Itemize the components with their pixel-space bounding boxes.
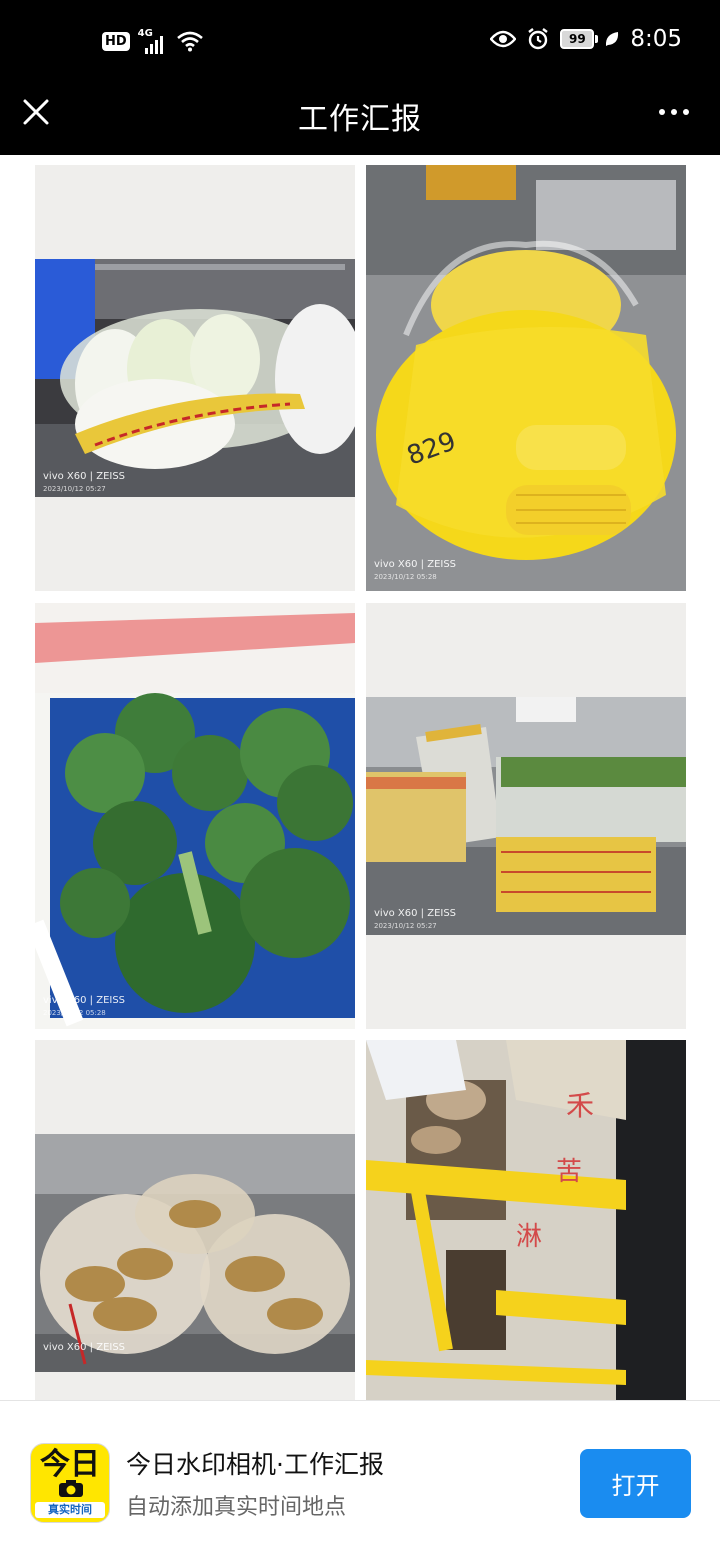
photo-corn[interactable]: 829 vivo X60 | ZEISS 2023/10/12 05:28 bbox=[366, 165, 686, 591]
photo-broccoli[interactable]: vivo X60 | ZEISS 2023/10/12 05:28 bbox=[35, 603, 355, 1029]
photo-watermark: vivo X60 | ZEISS 2023/10/12 05:28 bbox=[374, 559, 457, 581]
status-left: HD 4G bbox=[102, 28, 204, 54]
more-button[interactable] bbox=[654, 92, 694, 132]
status-bar: HD 4G 99 8:05 bbox=[0, 0, 720, 80]
app-name: 今日水印相机·工作汇报 bbox=[126, 1450, 384, 1479]
photo-watermark: vivo X60 | ZEISS 2023/10/12 05:27 bbox=[374, 908, 457, 930]
app-description: 自动添加真实时间地点 bbox=[126, 1495, 347, 1520]
wifi-icon bbox=[176, 31, 203, 52]
svg-text:苦: 苦 bbox=[556, 1157, 582, 1187]
page-title: 工作汇报 bbox=[298, 102, 422, 137]
app-icon-strip: 真实时间 bbox=[35, 1502, 105, 1518]
svg-text:淋: 淋 bbox=[516, 1222, 542, 1252]
photo-watermark: vivo X60 | ZEISS 2023/10/12 05:27 bbox=[43, 471, 126, 493]
svg-text:禾: 禾 bbox=[566, 1089, 594, 1122]
photo-ginger[interactable]: vivo X60 | ZEISS bbox=[35, 1040, 355, 1400]
alarm-icon bbox=[528, 28, 549, 50]
status-right: 99 8:05 bbox=[490, 26, 682, 52]
open-button[interactable]: 打开 bbox=[580, 1449, 691, 1518]
camera-icon bbox=[59, 1480, 83, 1497]
more-icon bbox=[659, 109, 665, 115]
signal-icon: 4G bbox=[138, 28, 168, 54]
photo-watermark: vivo X60 | ZEISS bbox=[43, 1342, 126, 1353]
photo-grid: vivo X60 | ZEISS 2023/10/12 05:27 829 vi… bbox=[0, 155, 720, 1400]
app-icon-text: 今日 bbox=[40, 1447, 100, 1482]
photo-cabbage[interactable]: vivo X60 | ZEISS 2023/10/12 05:27 bbox=[35, 165, 355, 591]
photo-greens[interactable]: vivo X60 | ZEISS 2023/10/12 05:27 bbox=[366, 603, 686, 1029]
eye-icon bbox=[490, 30, 517, 48]
app-banner: 今日 真实时间 今日水印相机·工作汇报 自动添加真实时间地点 打开 bbox=[0, 1400, 720, 1561]
battery-level: 99 bbox=[568, 32, 586, 46]
leaf-icon bbox=[606, 32, 619, 46]
battery-icon: 99 bbox=[560, 29, 599, 49]
photo-watermark: vivo X60 | ZEISS 2023/10/12 05:28 bbox=[43, 995, 126, 1017]
app-icon[interactable]: 今日 真实时间 bbox=[30, 1443, 110, 1523]
photo-box[interactable]: 禾 苦 淋 bbox=[366, 1040, 686, 1400]
clock: 8:05 bbox=[630, 26, 682, 52]
nav-bar: 工作汇报 bbox=[0, 80, 720, 155]
hd-badge: HD bbox=[102, 31, 130, 51]
